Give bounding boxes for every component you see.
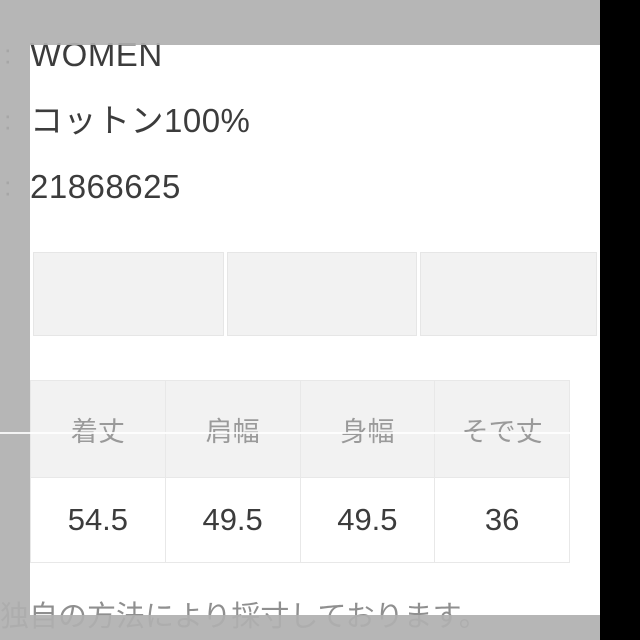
swatch-row	[33, 252, 597, 336]
spec-value-product-number: 21868625	[30, 167, 181, 205]
spec-row-gender: : WOMEN	[0, 22, 607, 88]
spec-row-product-number: : 21868625	[0, 154, 607, 220]
size-table-cell: 54.5	[30, 477, 166, 563]
size-table-cell: 36	[434, 477, 570, 563]
product-spec-list: : WOMEN : コットン100% : 21868625	[0, 22, 607, 220]
spec-colon-gender: :	[4, 39, 12, 70]
size-table-header-cell: そで丈	[434, 380, 570, 478]
size-table-head: 着丈 肩幅 身幅 そで丈	[30, 380, 570, 478]
size-table-header-row: 着丈 肩幅 身幅 そで丈	[30, 380, 570, 478]
spec-value-material: コットン100%	[30, 101, 251, 139]
size-table-header-cell: 肩幅	[164, 380, 301, 478]
size-table-header-cell: 着丈	[30, 380, 166, 478]
spec-colon-product-number: :	[4, 171, 12, 202]
spec-value-gender: WOMEN	[30, 35, 163, 73]
size-table-cell: 49.5	[164, 477, 301, 563]
size-table-cell: 49.5	[299, 477, 436, 563]
product-page: : WOMEN : コットン100% : 21868625 着丈 肩幅 身幅 そ…	[0, 0, 607, 640]
content-panel: : WOMEN : コットン100% : 21868625 着丈 肩幅 身幅 そ…	[0, 0, 607, 640]
measurement-note: 独自の方法により採寸しております。	[0, 601, 488, 633]
size-measurement-table: 着丈 肩幅 身幅 そで丈 54.5 49.5 49.5 36	[30, 380, 570, 563]
spec-colon-material: :	[4, 105, 12, 136]
swatch-cell[interactable]	[420, 252, 597, 336]
size-table-header-cell: 身幅	[299, 380, 436, 478]
screenshot-root: : WOMEN : コットン100% : 21868625 着丈 肩幅 身幅 そ…	[0, 0, 640, 640]
table-row: 54.5 49.5 49.5 36	[30, 477, 570, 563]
swatch-cell[interactable]	[227, 252, 417, 336]
swatch-cell[interactable]	[33, 252, 224, 336]
right-black-gutter	[600, 0, 640, 640]
spec-row-material: : コットン100%	[0, 88, 607, 154]
size-table-body: 54.5 49.5 49.5 36	[30, 477, 570, 563]
